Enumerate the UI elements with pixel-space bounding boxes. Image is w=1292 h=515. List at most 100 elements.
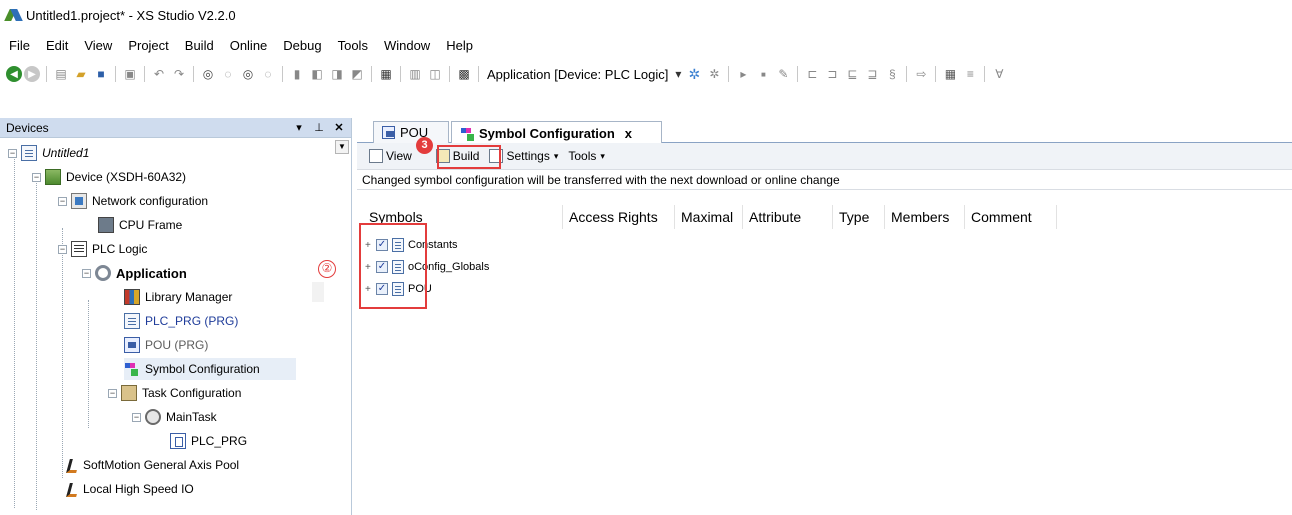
column-comment[interactable]: Comment bbox=[965, 205, 1057, 229]
column-attribute[interactable]: Attribute bbox=[743, 205, 833, 229]
pou-icon bbox=[124, 337, 140, 353]
tree-item-symbol-configuration[interactable]: Symbol Configuration bbox=[124, 358, 296, 380]
write-values-icon[interactable]: ▦ bbox=[942, 66, 958, 82]
new-project-icon[interactable]: ▤ bbox=[53, 66, 69, 82]
tree-item-label: PLC Logic bbox=[92, 242, 148, 256]
menu-view[interactable]: View bbox=[76, 38, 120, 53]
menu-debug[interactable]: Debug bbox=[275, 38, 329, 53]
collapse-icon[interactable]: − bbox=[32, 172, 41, 182]
add-object-icon[interactable]: ▥ bbox=[407, 66, 423, 82]
menu-tools[interactable]: Tools bbox=[330, 38, 376, 53]
tree-item-softmotion-axis-pool[interactable]: SoftMotion General Axis Pool bbox=[66, 454, 239, 476]
tree-item-maintask[interactable]: − MainTask bbox=[132, 406, 217, 428]
step-into-icon[interactable]: ⊑ bbox=[844, 66, 860, 82]
dropdown-arrow-icon: ▾ bbox=[553, 150, 559, 161]
bookmark-icon[interactable]: ▮ bbox=[289, 66, 305, 82]
tree-item-label: MainTask bbox=[166, 410, 217, 424]
collapse-icon[interactable]: − bbox=[108, 388, 117, 398]
project-icon bbox=[21, 145, 37, 161]
bookmark-prev-icon[interactable]: ◨ bbox=[329, 66, 345, 82]
tab-symbol-configuration[interactable]: Symbol Configuration x bbox=[451, 121, 662, 144]
step-over-icon[interactable]: ⊐ bbox=[824, 66, 840, 82]
dropdown-arrow-icon[interactable]: ▾ bbox=[674, 66, 682, 82]
library-manager-icon bbox=[124, 289, 140, 305]
close-tab-icon[interactable]: x bbox=[625, 126, 632, 141]
column-members[interactable]: Members bbox=[885, 205, 965, 229]
reset-icon[interactable]: ✎ bbox=[775, 66, 791, 82]
menu-edit[interactable]: Edit bbox=[38, 38, 76, 53]
tools-button[interactable]: Tools ▾ bbox=[568, 149, 605, 163]
login-icon[interactable]: ✲ bbox=[686, 66, 702, 82]
menu-online[interactable]: Online bbox=[222, 38, 276, 53]
pane-menu-icon[interactable]: ▾ bbox=[291, 121, 307, 134]
step-out-icon[interactable]: ⊒ bbox=[864, 66, 880, 82]
breakpoint-icon[interactable]: ⊏ bbox=[804, 66, 820, 82]
tree-scroll-arrow-icon[interactable]: ▼ bbox=[335, 140, 349, 154]
print-icon[interactable]: ▣ bbox=[122, 66, 138, 82]
tree-item-local-high-speed-io[interactable]: Local High Speed IO bbox=[66, 478, 194, 500]
forward-icon[interactable]: ▶ bbox=[24, 66, 40, 82]
collapse-icon[interactable]: − bbox=[82, 268, 91, 278]
task-configuration-icon bbox=[121, 385, 137, 401]
close-icon[interactable]: ✕ bbox=[331, 121, 347, 134]
tree-item-untitled1[interactable]: − Untitled1 bbox=[8, 142, 89, 164]
find-icon[interactable]: ◎ bbox=[200, 66, 216, 82]
menu-project[interactable]: Project bbox=[120, 38, 176, 53]
find-next-icon[interactable]: ◌ bbox=[220, 66, 236, 82]
replace-icon[interactable]: ◎ bbox=[240, 66, 256, 82]
back-icon[interactable]: ◀ bbox=[6, 66, 22, 82]
view-button[interactable]: View bbox=[369, 149, 412, 163]
collapse-icon[interactable]: − bbox=[8, 148, 17, 158]
info-bar: Changed symbol configuration will be tra… bbox=[357, 170, 1292, 190]
open-folder-icon[interactable]: ▰ bbox=[73, 66, 89, 82]
tab-pou[interactable]: POU bbox=[373, 121, 449, 143]
collapse-icon[interactable]: − bbox=[132, 412, 141, 422]
compile-icon[interactable]: ▩ bbox=[456, 66, 472, 82]
tree-item-label: Device (XSDH-60A32) bbox=[66, 170, 187, 184]
collapse-icon[interactable]: − bbox=[58, 196, 67, 206]
tree-item-label: Untitled1 bbox=[42, 146, 90, 160]
tree-item-pou[interactable]: POU (PRG) bbox=[124, 334, 208, 356]
program-icon bbox=[124, 313, 140, 329]
column-access-rights[interactable]: Access Rights bbox=[563, 205, 675, 229]
force-values-icon[interactable]: ≡ bbox=[962, 66, 978, 82]
menu-build[interactable]: Build bbox=[177, 38, 222, 53]
tree-item-plc-prg-call[interactable]: PLC_PRG bbox=[170, 430, 247, 452]
tree-item-plc-logic[interactable]: − PLC Logic bbox=[58, 238, 147, 260]
column-maximal[interactable]: Maximal bbox=[675, 205, 743, 229]
editor-tabs: POU Symbol Configuration x bbox=[357, 118, 1292, 144]
pin-icon[interactable]: ⊥ bbox=[311, 121, 327, 134]
collapse-icon[interactable]: − bbox=[58, 244, 67, 254]
tree-item-library-manager[interactable]: Library Manager bbox=[124, 286, 232, 308]
run-to-cursor-icon[interactable]: § bbox=[884, 66, 900, 82]
tree-item-label: Task Configuration bbox=[142, 386, 242, 400]
plc-logic-icon bbox=[71, 241, 87, 257]
redo-icon[interactable]: ↷ bbox=[171, 66, 187, 82]
menu-window[interactable]: Window bbox=[376, 38, 438, 53]
logout-icon[interactable]: ✲ bbox=[706, 66, 722, 82]
tree-item-cpu-frame[interactable]: CPU Frame bbox=[98, 214, 182, 236]
program-call-icon bbox=[170, 433, 186, 449]
tree-item-task-configuration[interactable]: − Task Configuration bbox=[108, 382, 241, 404]
bookmark-next-icon[interactable]: ◧ bbox=[309, 66, 325, 82]
replace-next-icon[interactable]: ◌ bbox=[260, 66, 276, 82]
tree-item-application[interactable]: − Application bbox=[82, 262, 187, 284]
add-folder-icon[interactable]: ◫ bbox=[427, 66, 443, 82]
menu-file[interactable]: File bbox=[0, 38, 38, 53]
tree-item-device[interactable]: − Device (XSDH-60A32) bbox=[32, 166, 186, 188]
toolbar-separator bbox=[282, 66, 283, 82]
run-icon[interactable]: ▸ bbox=[735, 66, 751, 82]
next-statement-icon[interactable]: ⇨ bbox=[913, 66, 929, 82]
unforce-icon[interactable]: ∀ bbox=[991, 66, 1007, 82]
tree-item-network-configuration[interactable]: − Network configuration bbox=[58, 190, 208, 212]
tree-item-plc-prg[interactable]: PLC_PRG (PRG) bbox=[124, 310, 238, 332]
bookmark-clear-icon[interactable]: ◩ bbox=[349, 66, 365, 82]
undo-icon[interactable]: ↶ bbox=[151, 66, 167, 82]
stop-icon[interactable]: ■ bbox=[755, 66, 771, 82]
active-application-select[interactable]: Application [Device: PLC Logic] bbox=[487, 67, 668, 82]
settings-button-label: Settings bbox=[506, 149, 550, 163]
column-type[interactable]: Type bbox=[833, 205, 885, 229]
menu-help[interactable]: Help bbox=[438, 38, 481, 53]
save-icon[interactable]: ■ bbox=[93, 66, 109, 82]
copy-icon[interactable]: ▦ bbox=[378, 66, 394, 82]
